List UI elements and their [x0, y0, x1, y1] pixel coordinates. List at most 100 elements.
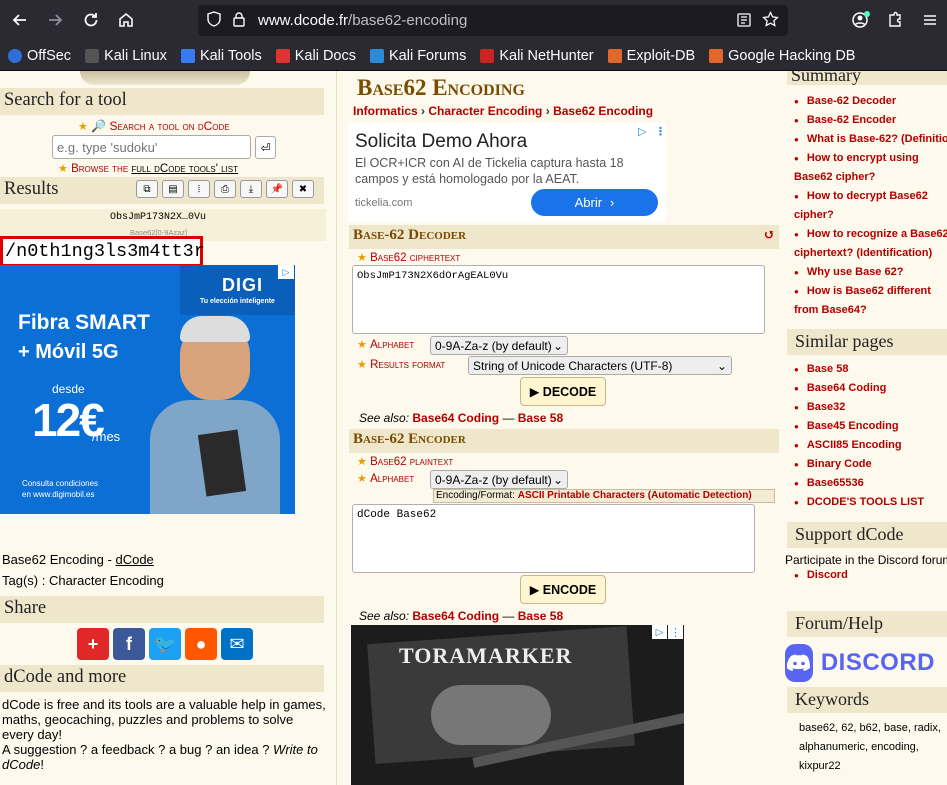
- encoding-format[interactable]: Encoding/Format: ASCII Printable Charact…: [433, 489, 775, 503]
- similar-item[interactable]: ● ASCII85 Encoding: [794, 436, 947, 455]
- breadcrumb-base62-encoding[interactable]: Base62 Encoding: [553, 104, 653, 118]
- reddit-icon[interactable]: ●: [185, 628, 217, 660]
- search-tool-link[interactable]: ★ 🔎 Search a tool on dCode: [78, 119, 230, 133]
- bookmark-kali-docs[interactable]: Kali Docs: [275, 48, 356, 64]
- summary-link: How to decrypt Base62 cipher?: [794, 190, 928, 221]
- lock-icon[interactable]: [232, 11, 246, 31]
- summary-item[interactable]: ● Base-62 Decoder: [794, 92, 947, 111]
- results-format-select[interactable]: String of Unicode Characters (UTF-8) ⌄: [468, 356, 732, 375]
- copy-icon[interactable]: ⧉: [136, 180, 158, 198]
- summary-item[interactable]: ● How to decrypt Base62 cipher?: [794, 187, 947, 225]
- encoding-format-value: ASCII Printable Characters (Automatic De…: [517, 490, 752, 501]
- print-icon[interactable]: ⎙: [214, 180, 236, 198]
- home-icon[interactable]: [111, 5, 141, 35]
- discord-item[interactable]: ● Discord: [794, 569, 848, 581]
- similar-item[interactable]: ● Binary Code: [794, 455, 947, 474]
- bookmark-kali-nethunter[interactable]: Kali NetHunter: [480, 48, 594, 64]
- support-text: Participate in the Discord forum: [785, 553, 947, 567]
- facebook-icon[interactable]: f: [113, 628, 145, 660]
- browse-tools-link[interactable]: full dCode tools' list: [131, 163, 238, 175]
- encoder-alphabet-select[interactable]: 0-9A-Za-z (by default) ⌄: [430, 470, 568, 489]
- summary-item[interactable]: ● What is Base-62? (Definition): [794, 130, 947, 149]
- search-input[interactable]: [52, 135, 251, 159]
- similar-item[interactable]: ● Base45 Encoding: [794, 417, 947, 436]
- adchoices-icon[interactable]: ▷: [652, 625, 667, 639]
- adchoices-icon[interactable]: ▷: [638, 125, 646, 138]
- similar-item[interactable]: ● Base32: [794, 398, 947, 417]
- result-value[interactable]: /n0th1ng3ls3m4tt3r: [0, 236, 205, 267]
- summary-item[interactable]: ● How to encrypt using Base62 cipher?: [794, 149, 947, 187]
- see-also-base58-link[interactable]: Base 58: [518, 609, 563, 623]
- save-icon[interactable]: ▤: [162, 180, 184, 198]
- reader-view-icon[interactable]: [736, 12, 752, 32]
- format-label: ★ Results format: [357, 358, 445, 371]
- similar-item[interactable]: ● Base64 Coding: [794, 379, 947, 398]
- summary-item[interactable]: ● Why use Base 62?: [794, 263, 947, 282]
- ad-options-icon[interactable]: ⋮: [655, 125, 666, 138]
- pin-icon[interactable]: 📌: [266, 180, 288, 198]
- page-content: Search for a tool ★ 🔎 Search a tool on d…: [0, 71, 947, 785]
- menu-icon[interactable]: [915, 5, 945, 35]
- bookmark-kali-tools[interactable]: Kali Tools: [180, 48, 262, 64]
- email-icon[interactable]: ✉: [221, 628, 253, 660]
- summary-item[interactable]: ● How is Base62 different from Base64?: [794, 282, 947, 320]
- ad-line1: Fibra SMART: [18, 311, 150, 334]
- star-icon: ★: [58, 163, 68, 175]
- share-plus-icon[interactable]: +: [77, 628, 109, 660]
- bookmark-exploit-db[interactable]: Exploit-DB: [607, 48, 695, 64]
- similar-item[interactable]: ● DCODE'S TOOLS LIST: [794, 493, 947, 512]
- split-icon[interactable]: ⦙: [188, 180, 210, 198]
- see-also-base64-link[interactable]: Base64 Coding: [412, 609, 499, 623]
- url-text: www.dcode.fr/base62-encoding: [258, 12, 467, 29]
- toramarker-ad[interactable]: TORAMARKER ▷ ⋮: [351, 625, 684, 785]
- offsec-icon: [8, 48, 22, 63]
- shield-icon[interactable]: [206, 10, 222, 31]
- download-icon[interactable]: ⤓: [240, 180, 262, 198]
- breadcrumb-character-encoding[interactable]: Character Encoding: [428, 104, 542, 118]
- alphabet-select[interactable]: 0-9A-Za-z (by default) ⌄: [430, 336, 568, 355]
- reload-icon[interactable]: [76, 5, 106, 35]
- bookmark-offsec[interactable]: OffSec: [8, 48, 71, 64]
- bookmark-star-icon[interactable]: [762, 10, 779, 32]
- encode-button[interactable]: ▶ ENCODE: [520, 575, 606, 604]
- bookmark-kali-forums[interactable]: Kali Forums: [369, 48, 466, 64]
- extensions-icon[interactable]: [880, 5, 910, 35]
- bullet-icon: ●: [794, 403, 799, 412]
- similar-item[interactable]: ● Base 58: [794, 360, 947, 379]
- see-also-base58-link[interactable]: Base 58: [518, 411, 563, 425]
- summary-item[interactable]: ● How to recognize a Base62 ciphertext? (…: [794, 225, 947, 263]
- close-icon[interactable]: ✖: [292, 180, 314, 198]
- adchoices-icon[interactable]: ▷: [278, 265, 294, 279]
- summary-item[interactable]: ● Base-62 Encoder: [794, 111, 947, 130]
- ad-options-icon[interactable]: ⋮: [668, 625, 683, 639]
- bookmark-label: Google Hacking DB: [728, 47, 856, 64]
- tickelia-ad[interactable]: Solicita Demo Ahora El OCR+ICR con AI de…: [348, 123, 666, 222]
- url-path: /base62-encoding: [348, 12, 468, 29]
- url-bar[interactable]: www.dcode.fr/base62-encoding: [198, 5, 788, 36]
- bookmark-kali-linux[interactable]: Kali Linux: [85, 48, 167, 64]
- dcode-home-link[interactable]: dCode: [115, 552, 153, 567]
- summary-link: How to recognize a Base62 ciphertext? (I…: [794, 228, 947, 259]
- more-section-title: dCode and more: [0, 665, 324, 692]
- similar-item[interactable]: ● Base65536: [794, 474, 947, 493]
- search-submit-button[interactable]: ⏎: [255, 136, 276, 159]
- summary-link: How to encrypt using Base62 cipher?: [794, 152, 919, 183]
- back-icon[interactable]: [5, 5, 35, 35]
- ad-open-button[interactable]: Abrir ›: [531, 189, 658, 216]
- ad-footer1: Consulta condiciones: [22, 479, 99, 488]
- forward-icon[interactable]: [40, 5, 70, 35]
- plaintext-textarea[interactable]: dCode Base62: [352, 504, 755, 573]
- ciphertext-textarea[interactable]: ObsJmP173N2X6dOrAgEAL0Vu: [352, 265, 765, 334]
- breadcrumb-informatics[interactable]: Informatics: [353, 104, 418, 118]
- digi-ad[interactable]: DIGI Tu elección inteligente ▷ Fibra SMA…: [0, 265, 295, 514]
- account-icon[interactable]: [845, 5, 875, 35]
- discord-banner[interactable]: DISCORD: [785, 643, 935, 683]
- decode-button[interactable]: ▶ DECODE: [520, 377, 606, 406]
- reset-icon[interactable]: ↺: [763, 227, 775, 244]
- bookmark-ghdb[interactable]: Google Hacking DB: [709, 48, 855, 64]
- ad-product-brand: TORAMARKER: [399, 643, 573, 668]
- twitter-icon[interactable]: 🐦: [149, 628, 181, 660]
- see-also-base64-link[interactable]: Base64 Coding: [412, 411, 499, 425]
- about-dcode: dCode is free and its tools are a valuab…: [2, 697, 328, 772]
- bookmark-label: Kali Linux: [104, 47, 167, 64]
